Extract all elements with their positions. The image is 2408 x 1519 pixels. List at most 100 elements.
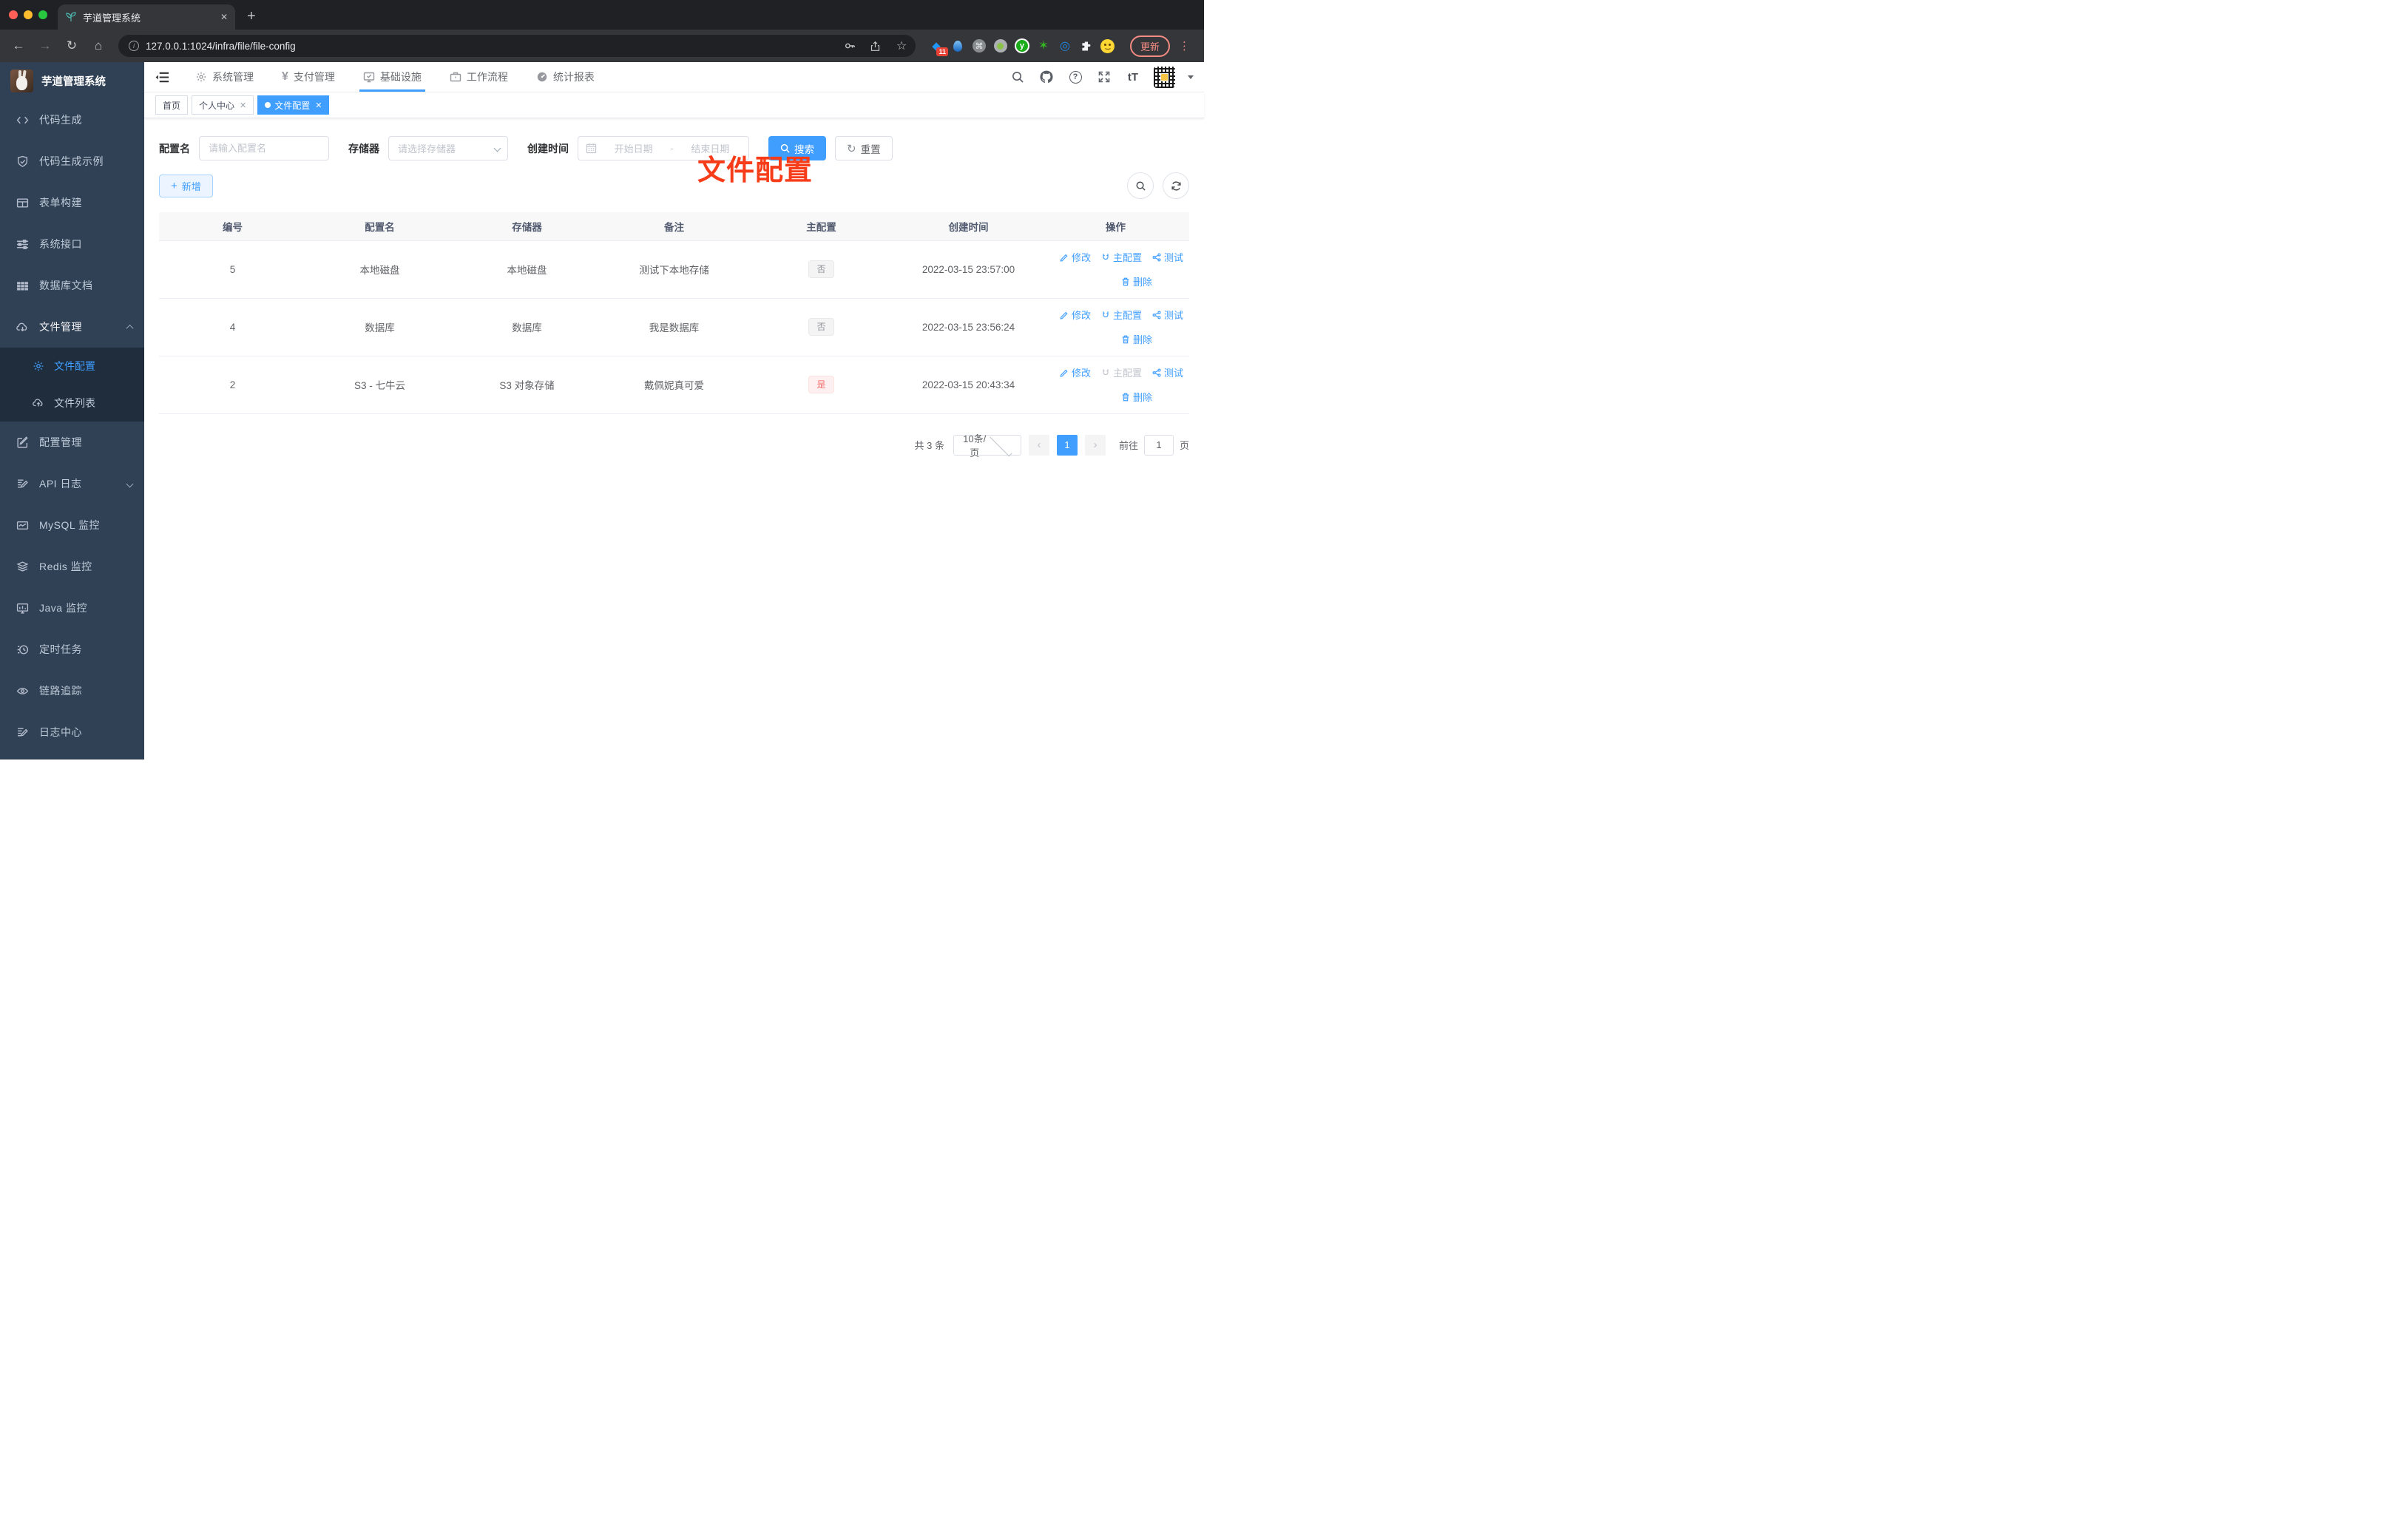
extension-diamond-icon[interactable]: ◆ 11 <box>929 38 948 56</box>
extension-star-icon[interactable]: ✶ <box>1036 38 1051 53</box>
home-button[interactable]: ⌂ <box>87 35 109 57</box>
collapse-menu-icon[interactable] <box>155 70 169 84</box>
test-link[interactable]: 测试 <box>1152 308 1183 322</box>
bookmark-star-icon[interactable]: ☆ <box>892 36 911 55</box>
prev-page-button[interactable]: ‹ <box>1028 434 1049 456</box>
extension-command-icon[interactable]: ⌘ <box>972 38 987 53</box>
sidebar-item-java-monitor[interactable]: Java 监控 <box>0 587 144 629</box>
forward-button[interactable]: → <box>34 35 56 57</box>
page-size-select[interactable]: 10条/页 <box>953 433 1021 459</box>
font-size-icon[interactable]: tT <box>1125 69 1141 85</box>
extension-y-icon[interactable]: y <box>1014 38 1029 53</box>
nav-item-system[interactable]: 系统管理 <box>181 62 268 92</box>
edit-icon <box>1060 369 1068 377</box>
next-page-button[interactable]: › <box>1084 434 1106 456</box>
fullscreen-icon[interactable] <box>1096 69 1112 85</box>
user-avatar[interactable] <box>1154 66 1175 88</box>
browser-tab[interactable]: 芋道管理系统 ✕ <box>58 4 235 30</box>
goto-page-input[interactable] <box>1143 434 1174 456</box>
sliders-icon <box>16 237 29 251</box>
sidebar-item-db-doc[interactable]: 数据库文档 <box>0 265 144 306</box>
date-start-placeholder: 开始日期 <box>614 143 653 155</box>
avatar-caret-icon[interactable] <box>1188 75 1194 82</box>
share-nodes-icon <box>1152 253 1161 261</box>
window-controls[interactable] <box>0 0 58 30</box>
delete-link[interactable]: 删除 <box>1121 274 1152 288</box>
app-logo[interactable]: 芋道管理系统 <box>0 62 144 99</box>
active-dot-icon <box>265 102 271 108</box>
sidebar-item-file-list[interactable]: 文件列表 <box>0 385 144 422</box>
sidebar-item-config-management[interactable]: 配置管理 <box>0 422 144 463</box>
nav-item-payment[interactable]: ¥ 支付管理 <box>268 62 349 92</box>
back-button[interactable]: ← <box>7 35 30 57</box>
tag-file-config[interactable]: 文件配置 ✕ <box>257 95 330 115</box>
sidebar-item-form-builder[interactable]: 表单构建 <box>0 182 144 223</box>
monitor-icon <box>16 601 29 615</box>
sidebar-item-tracing[interactable]: 链路追踪 <box>0 670 144 711</box>
edit-icon <box>1060 311 1068 319</box>
new-tab-button[interactable]: + <box>235 8 268 30</box>
extension-eye-icon[interactable]: ◎ <box>1058 38 1072 53</box>
github-icon[interactable] <box>1038 69 1055 85</box>
share-icon[interactable] <box>866 36 885 55</box>
show-search-button[interactable] <box>1127 172 1154 199</box>
window-close-button[interactable] <box>9 10 18 19</box>
current-page-button[interactable]: 1 <box>1056 434 1078 456</box>
edit-link[interactable]: 修改 <box>1060 365 1091 379</box>
tag-home[interactable]: 首页 <box>155 95 189 115</box>
sidebar-item-mysql-monitor[interactable]: MySQL 监控 <box>0 504 144 546</box>
storage-select[interactable]: 请选择存储器 <box>388 136 508 160</box>
browser-menu-icon[interactable]: ⋮ <box>1177 39 1197 53</box>
help-icon[interactable]: ? <box>1067 69 1083 85</box>
url-bar[interactable]: i 127.0.0.1:1024/infra/file/file-config … <box>118 35 916 57</box>
config-name-input[interactable] <box>199 136 329 160</box>
nav-item-reports[interactable]: 统计报表 <box>522 62 609 92</box>
sidebar-item-file-management[interactable]: 文件管理 <box>0 306 144 348</box>
tag-close-icon[interactable]: ✕ <box>315 101 322 110</box>
add-button[interactable]: + 新增 <box>159 174 213 197</box>
sidebar-item-log-center[interactable]: 日志中心 <box>0 711 144 753</box>
edit-link[interactable]: 修改 <box>1060 308 1091 322</box>
window-minimize-button[interactable] <box>24 10 33 19</box>
extension-balloon-icon[interactable] <box>950 38 965 53</box>
browser-update-button[interactable]: 更新 <box>1129 35 1170 57</box>
sidebar-item-system-api[interactable]: 系统接口 <box>0 223 144 265</box>
reset-button[interactable]: ↻ 重置 <box>835 136 893 160</box>
sidebar: 芋道管理系统 代码生成 代码生成示例 表单构建 系统接口 数据库文档 文件管理 … <box>0 62 144 760</box>
sidebar-item-code-demo[interactable]: 代码生成示例 <box>0 141 144 182</box>
delete-link[interactable]: 删除 <box>1121 332 1152 346</box>
sidebar-item-code-gen[interactable]: 代码生成 <box>0 99 144 141</box>
chart-line-icon <box>16 518 29 532</box>
sidebar-item-scheduled-tasks[interactable]: 定时任务 <box>0 629 144 670</box>
extensions-puzzle-icon[interactable] <box>1079 38 1094 53</box>
calendar-icon <box>586 143 597 154</box>
reload-button[interactable]: ↻ <box>61 35 83 57</box>
master-link[interactable]: 主配置 <box>1101 308 1142 322</box>
refresh-button[interactable] <box>1163 172 1189 199</box>
cloud-upload-icon <box>33 397 44 409</box>
test-link[interactable]: 测试 <box>1152 250 1183 264</box>
password-key-icon[interactable] <box>840 36 859 55</box>
tag-close-icon[interactable]: ✕ <box>240 101 246 110</box>
test-link[interactable]: 测试 <box>1152 365 1183 379</box>
extension-badge: 11 <box>936 47 948 56</box>
timer-icon <box>16 643 29 656</box>
sidebar-item-file-config[interactable]: 文件配置 <box>0 348 144 385</box>
extension-emoji-icon[interactable] <box>1100 38 1115 53</box>
master-tag: 否 <box>808 318 834 336</box>
window-zoom-button[interactable] <box>38 10 47 19</box>
site-info-icon[interactable]: i <box>129 41 139 51</box>
nav-item-infrastructure[interactable]: 基础设施 <box>349 62 436 92</box>
delete-link[interactable]: 删除 <box>1121 390 1152 404</box>
nav-item-workflow[interactable]: 工作流程 <box>436 62 522 92</box>
tab-close-icon[interactable]: ✕ <box>220 12 228 22</box>
briefcase-icon <box>450 72 461 82</box>
edit-link[interactable]: 修改 <box>1060 250 1091 264</box>
sidebar-item-redis-monitor[interactable]: Redis 监控 <box>0 546 144 587</box>
master-link[interactable]: 主配置 <box>1101 250 1142 264</box>
header-search-icon[interactable] <box>1009 69 1026 85</box>
sidebar-item-api-log[interactable]: API 日志 <box>0 463 144 504</box>
tag-profile[interactable]: 个人中心 ✕ <box>192 95 254 115</box>
chevron-down-icon <box>990 433 1012 456</box>
extension-record-icon[interactable] <box>993 38 1008 53</box>
